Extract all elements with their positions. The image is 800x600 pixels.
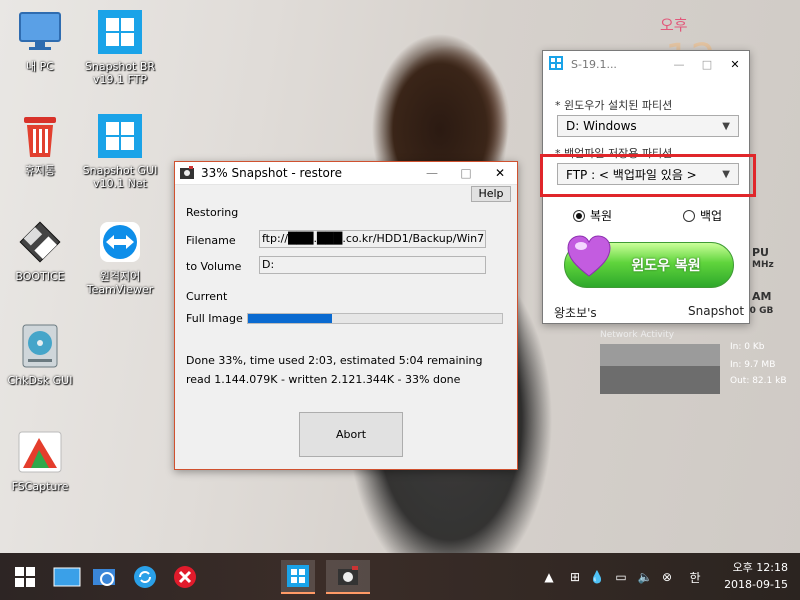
snapshot-gui-titlebar[interactable]: S-19.1... — □ ✕	[543, 51, 749, 77]
close-button[interactable]: ✕	[483, 162, 517, 185]
tray-ime-indicator[interactable]: 한	[686, 568, 704, 586]
minimize-button[interactable]: —	[415, 162, 449, 185]
taskbar-explorer-icon[interactable]	[88, 560, 122, 594]
windows-start-icon	[15, 567, 35, 587]
tray-date: 2018-09-15	[724, 578, 788, 591]
windows-logo-icon	[549, 56, 565, 72]
desktop-icon-snapshot-gui[interactable]: Snapshot GUI v10.1 Net	[80, 112, 160, 190]
tray-close-icon[interactable]: ⊗	[658, 568, 676, 586]
status-line-bytes: read 1.144.079K - written 2.121.344K - 3…	[186, 373, 461, 386]
windows-partition-select[interactable]: D: Windows ▼	[557, 115, 739, 137]
windows-logo-icon	[96, 112, 144, 160]
abort-button[interactable]: Abort	[299, 412, 403, 457]
windows-logo-icon	[96, 8, 144, 56]
desktop-icon-snapshot-br[interactable]: Snapshot BR v19.1 FTP	[80, 8, 160, 86]
tray-volume-icon[interactable]: 🔈	[636, 568, 654, 586]
desktop-icon-teamviewer[interactable]: 원격지어 TeamViewer	[80, 218, 160, 296]
network-title: Network Activity	[600, 330, 675, 340]
taskbar-refresh-icon[interactable]	[128, 560, 162, 594]
tray-battery-icon[interactable]: ▭	[612, 568, 630, 586]
restoring-label: Restoring	[186, 206, 239, 219]
snapshot-app-icon	[179, 165, 195, 181]
desktop-icon-label: BOOTICE	[15, 270, 65, 283]
taskbar: ▲ ⊞ 💧 ▭ 🔈 ⊗ 한 오후 12:18 2018-09-15	[0, 553, 800, 600]
net-total: In: 9.7 MB	[730, 360, 776, 370]
trash-icon	[16, 112, 64, 160]
desktop-icon-fscapture[interactable]: FSCapture	[0, 428, 80, 493]
desktop-icon-label: ChkDsk GUI	[7, 374, 73, 387]
monitor-icon	[16, 8, 64, 56]
heart-icon	[566, 234, 612, 278]
filename-label: Filename	[186, 234, 236, 247]
taskbar-snapshot-restore[interactable]	[326, 560, 370, 594]
volume-field: D:	[259, 256, 486, 274]
filename-field: ftp://███.███.co.kr/HDD1/Backup/Win7Lit	[259, 230, 486, 248]
tray-clock[interactable]: 오후 12:18 2018-09-15	[724, 559, 788, 593]
radio-restore[interactable]: 복원	[573, 207, 612, 224]
floppy-icon	[16, 218, 64, 266]
status-line-time: Done 33%, time used 2:03, estimated 5:04…	[186, 354, 483, 367]
tray-drop-icon[interactable]: 💧	[588, 568, 606, 586]
desktop-icon-recycle-bin[interactable]: 휴지통	[0, 112, 80, 177]
radio-dot	[573, 209, 585, 222]
taskbar-close-app-icon[interactable]	[168, 560, 202, 594]
help-button[interactable]: Help	[471, 186, 511, 202]
minimize-button[interactable]: —	[665, 58, 693, 71]
net-in: In: 0 Kb	[730, 342, 765, 352]
desktop-icon-bootice[interactable]: BOOTICE	[0, 218, 80, 283]
radio-restore-label: 복원	[590, 209, 613, 223]
teamviewer-icon	[96, 218, 144, 266]
network-graph	[600, 344, 720, 394]
restore-windows-label: 윈도우 복원	[631, 258, 701, 274]
windows-partition-label: * 윈도우가 설치된 파티션	[555, 99, 673, 112]
current-label: Current	[186, 290, 228, 303]
tray-time: 오후 12:18	[732, 561, 788, 574]
desktop-icon-label: Snapshot GUI v10.1 Net	[82, 164, 158, 190]
progress-fill	[248, 314, 332, 323]
ram-label: AM	[752, 290, 772, 303]
windows-partition-value: D: Windows	[566, 119, 637, 133]
tray-network-icon[interactable]: ▲	[540, 568, 558, 586]
disk-icon	[16, 322, 64, 370]
highlight-box	[540, 154, 756, 197]
radio-dot	[683, 209, 695, 222]
maximize-button[interactable]: □	[449, 162, 483, 185]
taskbar-desktop-icon[interactable]	[50, 560, 84, 594]
desktop-icon-label: FSCapture	[11, 480, 69, 493]
restore-window: 33% Snapshot - restore — □ ✕ Help Restor…	[174, 161, 518, 470]
desktop-icon-chkdsk[interactable]: ChkDsk GUI	[0, 322, 80, 387]
close-button[interactable]: ✕	[721, 58, 749, 71]
fscapture-icon	[16, 428, 64, 476]
snapshot-gui-title: S-19.1...	[571, 57, 617, 71]
desktop-icon-label: 원격지어 TeamViewer	[86, 270, 154, 296]
footer-left: 왕초보's	[554, 306, 597, 320]
desktop-icon-label: 휴지통	[24, 164, 56, 177]
footer-right: Snapshot	[688, 304, 745, 318]
desktop-icon-label: Snapshot BR v19.1 FTP	[84, 60, 156, 86]
volume-label: to Volume	[186, 260, 242, 273]
desktop-icon-my-pc[interactable]: 내 PC	[0, 8, 80, 73]
radio-backup[interactable]: 백업	[683, 207, 722, 224]
cpu-label: PU	[752, 246, 769, 259]
restore-window-title: 33% Snapshot - restore	[201, 166, 342, 180]
tray-device-icon[interactable]: ⊞	[566, 568, 584, 586]
start-button[interactable]	[8, 560, 42, 594]
chevron-down-icon: ▼	[722, 120, 730, 132]
desktop-icon-label: 내 PC	[26, 60, 54, 73]
full-image-label: Full Image	[186, 312, 243, 325]
maximize-button[interactable]: □	[693, 58, 721, 71]
cpu-speed: MHz	[752, 260, 774, 270]
network-widget: Network Activity In: 0 Kb In: 9.7 MB Out…	[600, 330, 800, 394]
net-out: Out: 82.1 kB	[730, 376, 787, 386]
taskbar-snapshot-gui[interactable]	[281, 560, 315, 594]
restore-window-titlebar[interactable]: 33% Snapshot - restore — □ ✕	[175, 162, 517, 185]
desktop-clock-label: 오후	[660, 16, 688, 34]
radio-backup-label: 백업	[700, 209, 723, 223]
restore-progress-bar	[247, 313, 503, 324]
